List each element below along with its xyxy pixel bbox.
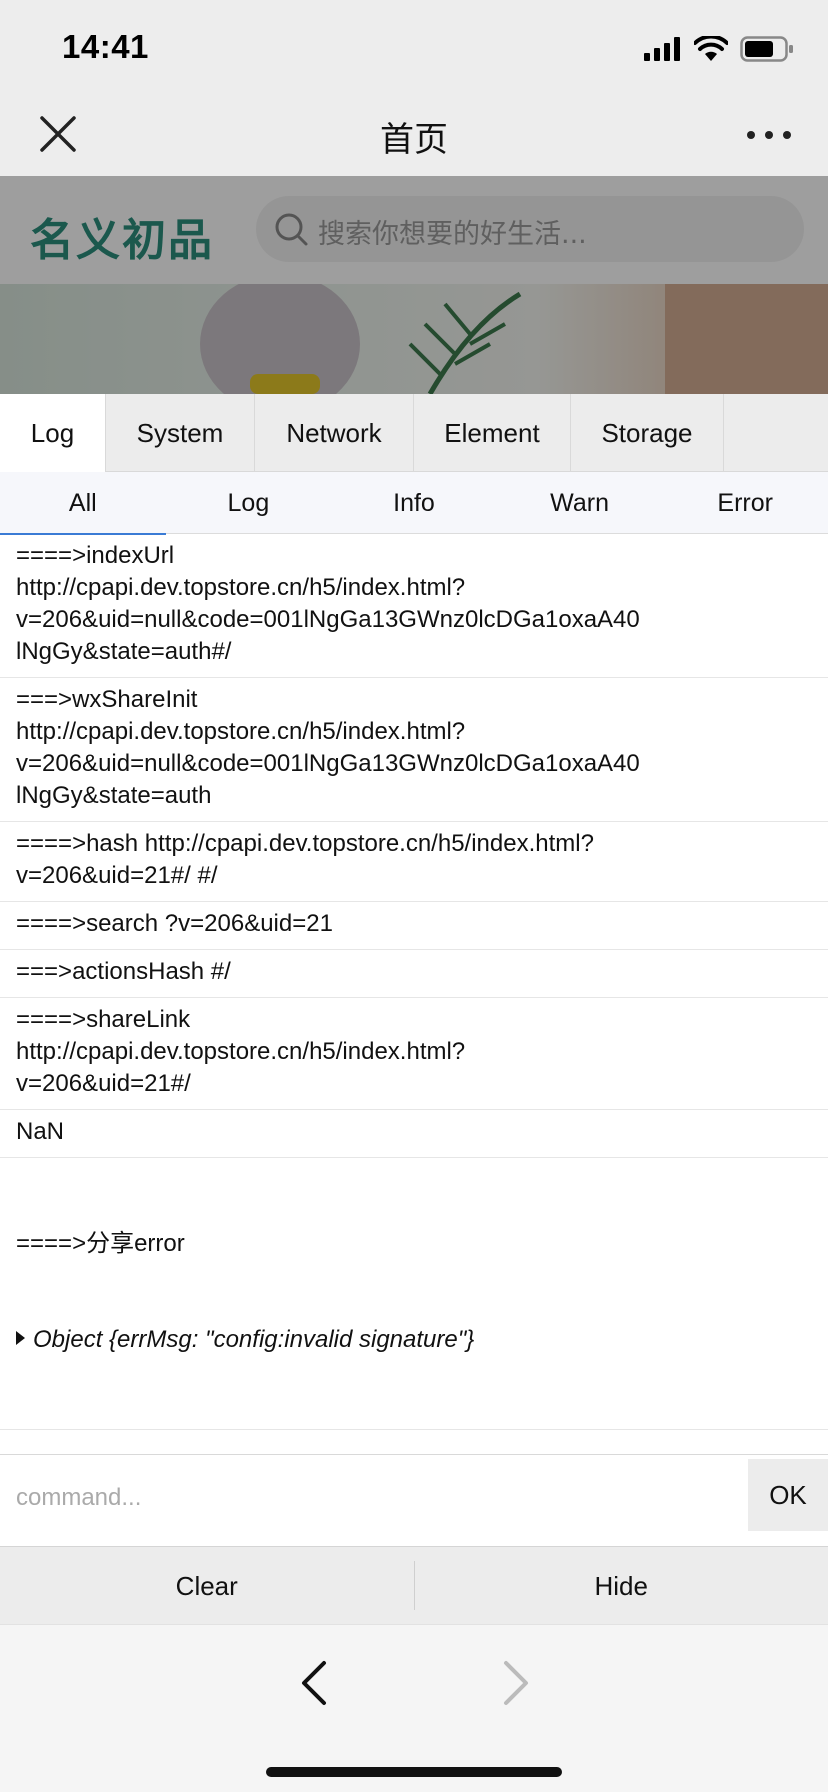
home-indicator[interactable] bbox=[266, 1767, 562, 1777]
more-options-icon[interactable] bbox=[744, 120, 794, 150]
hide-button[interactable]: Hide bbox=[415, 1547, 828, 1625]
tab-storage[interactable]: Storage bbox=[571, 394, 724, 472]
battery-icon bbox=[740, 36, 793, 62]
tab-system[interactable]: System bbox=[106, 394, 255, 472]
tab-network[interactable]: Network bbox=[255, 394, 414, 472]
command-bar: OK bbox=[0, 1454, 828, 1541]
dim-overlay[interactable] bbox=[0, 176, 828, 394]
page-title: 首页 bbox=[380, 120, 448, 160]
forward-arrow-icon[interactable] bbox=[494, 1655, 538, 1711]
wifi-icon bbox=[694, 36, 728, 61]
status-time: 14:41 bbox=[62, 28, 149, 65]
console-tabs: Log System Network Element Storage bbox=[0, 394, 828, 472]
filter-warn[interactable]: Warn bbox=[497, 472, 663, 534]
log-entry: ====>hash http://cpapi.dev.topstore.cn/h… bbox=[0, 822, 828, 902]
log-entry: NaN bbox=[0, 1110, 828, 1158]
filter-error[interactable]: Error bbox=[662, 472, 828, 534]
log-entry: ====>indexUrl http://cpapi.dev.topstore.… bbox=[0, 534, 828, 678]
log-filter-tabs: All Log Info Warn Error bbox=[0, 472, 828, 535]
log-object-toggle[interactable]: Object {errMsg: "config:invalid signatur… bbox=[16, 1324, 812, 1356]
status-icons bbox=[644, 32, 794, 66]
log-entry: ====>search ?v=206&uid=21 bbox=[0, 902, 828, 950]
filter-log[interactable]: Log bbox=[166, 472, 332, 534]
cellular-signal-icon bbox=[644, 37, 680, 61]
tab-log[interactable]: Log bbox=[0, 394, 106, 472]
console-toolbar: Clear Hide bbox=[0, 1546, 828, 1624]
nav-bar: 首页 bbox=[0, 100, 828, 176]
clear-button[interactable]: Clear bbox=[0, 1547, 414, 1625]
debug-console-panel: Log System Network Element Storage All L… bbox=[0, 394, 828, 1624]
webpage-background: 名义初品 搜索你想要的好生活... bbox=[0, 176, 828, 394]
filter-all[interactable]: All bbox=[0, 472, 166, 535]
log-entry: ====>shareLink http://cpapi.dev.topstore… bbox=[0, 998, 828, 1110]
tab-element[interactable]: Element bbox=[414, 394, 571, 472]
expand-caret-icon[interactable] bbox=[16, 1331, 25, 1345]
command-input[interactable] bbox=[0, 1455, 748, 1541]
log-entry: ===>actionsHash #/ bbox=[0, 950, 828, 998]
status-bar: 14:41 bbox=[0, 0, 828, 100]
filter-info[interactable]: Info bbox=[331, 472, 497, 534]
log-object-text: Object {errMsg: "config:invalid signatur… bbox=[33, 1326, 475, 1353]
log-list[interactable]: ====>indexUrl http://cpapi.dev.topstore.… bbox=[0, 534, 828, 1430]
browser-bottom-bar bbox=[0, 1624, 828, 1792]
log-entry-text: ====>分享error bbox=[16, 1230, 185, 1257]
ok-button[interactable]: OK bbox=[748, 1459, 828, 1531]
log-entry: ===>wxShareInit http://cpapi.dev.topstor… bbox=[0, 678, 828, 822]
log-entry-error: ====>分享error Object {errMsg: "config:inv… bbox=[0, 1158, 828, 1430]
back-arrow-icon[interactable] bbox=[292, 1655, 336, 1711]
